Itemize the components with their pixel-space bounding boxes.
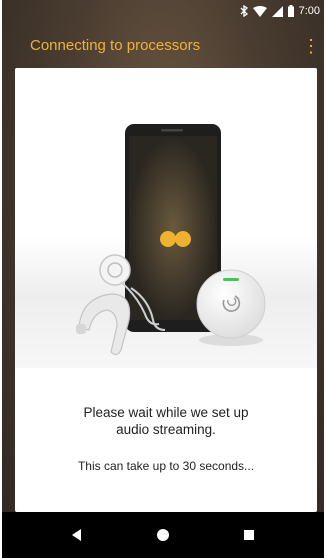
wifi-icon [252,5,267,17]
status-time: 7:00 [298,5,320,17]
wait-duration-note: This can take up to 30 seconds... [77,459,255,473]
system-nav-bar [2,512,324,558]
wait-message-line1: Please wait while we set up [83,405,249,420]
connecting-card: Please wait while we set up audio stream… [15,68,317,512]
page-title: Connecting to processors [30,37,201,54]
status-bar: 7:00 [2,0,324,24]
battery-icon [287,5,294,17]
pairing-illustration [15,68,317,368]
app-bar: Connecting to processors ⋮ [2,24,324,68]
cell-signal-icon [271,5,283,17]
wait-message-line2: audio streaming. [116,422,216,437]
back-icon[interactable] [68,526,86,544]
wait-message: Please wait while we set up audio stream… [15,404,317,438]
status-icons: 7:00 [240,5,320,17]
bluetooth-icon [240,5,248,17]
recents-icon[interactable] [240,526,258,544]
more-vert-icon[interactable]: ⋮ [302,35,320,57]
phone-screen: 7:00 Connecting to processors ⋮ Please w… [2,0,324,558]
home-icon[interactable] [154,526,172,544]
